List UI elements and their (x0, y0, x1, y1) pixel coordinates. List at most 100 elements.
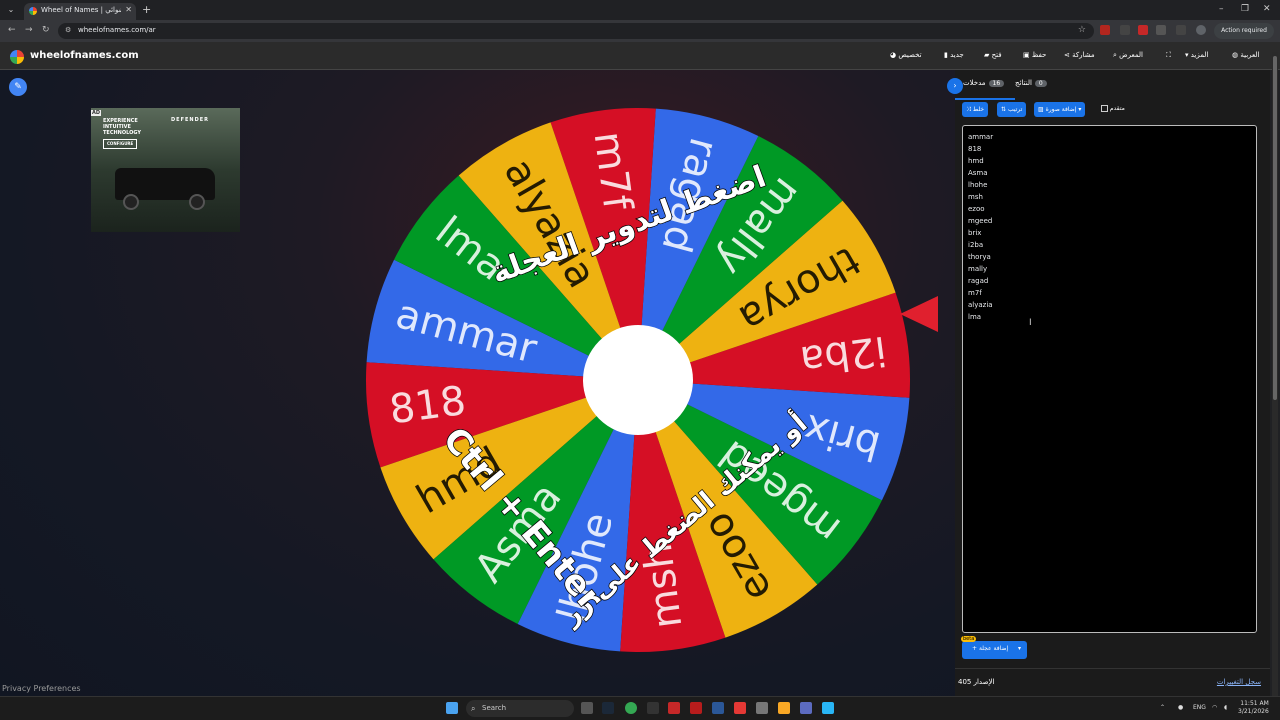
taskbar-search[interactable]: ⌕ Search (466, 700, 574, 717)
nav-gallery[interactable]: ⌕ المعرض (1113, 51, 1143, 60)
wheel[interactable]: ammar 818 hmd Asma lhohe msh ezoo mgeed brix i2ba… (364, 106, 912, 654)
app-icon-active[interactable] (734, 702, 746, 714)
nav-language[interactable]: ◍ العربية (1232, 51, 1259, 59)
nav-customize[interactable]: ◕ تخصيص (890, 51, 922, 59)
wifi-icon[interactable]: ◠ (1212, 704, 1217, 711)
chrome-icon[interactable] (625, 702, 637, 714)
tab-results[interactable]: النتائج 0 (1015, 79, 1050, 87)
entry-line[interactable]: i2ba (968, 239, 983, 251)
ad-wheel-image (189, 194, 205, 210)
site-info-icon[interactable]: ⚙ (65, 26, 71, 34)
mic-icon[interactable]: ● (1178, 704, 1183, 711)
volume-icon[interactable]: ◖ (1224, 704, 1227, 711)
version-number: 405 (958, 678, 972, 686)
dropdown-chevron-icon[interactable]: ▾ (1018, 645, 1021, 652)
privacy-preferences-link[interactable]: Privacy Preferences (2, 684, 81, 693)
new-tab-icon[interactable]: + (142, 3, 151, 16)
nav-new[interactable]: ▮ جديد (944, 51, 964, 59)
task-view-icon[interactable] (581, 702, 593, 714)
split-view-icon[interactable] (1176, 25, 1186, 35)
entry-line[interactable]: brix (968, 227, 981, 239)
nav-open[interactable]: ▰ فتح (984, 51, 1002, 59)
entry-line[interactable]: ezoo (968, 203, 985, 215)
nav-share[interactable]: ⋖ مشاركة (1064, 51, 1095, 59)
entry-line[interactable]: lhohe (968, 179, 987, 191)
panel-footer: 405 الإصدار سجل التغييرات (955, 668, 1270, 696)
add-wheel-button[interactable]: + إضافة عجلة ▾ (962, 641, 1027, 659)
wheel-center[interactable] (583, 325, 693, 435)
taskbar-search-label: Search (482, 704, 507, 712)
tab-entries-label: مدخلات (963, 79, 986, 87)
app-icon[interactable] (712, 702, 724, 714)
maximize-icon[interactable]: ❐ (1241, 4, 1249, 14)
close-window-icon[interactable]: ✕ (1263, 4, 1271, 14)
page-scrollbar[interactable] (1272, 52, 1278, 696)
entry-line[interactable]: m7f (968, 287, 982, 299)
entry-line[interactable]: mally (968, 263, 987, 275)
entries-textarea[interactable]: I ammar 818 hmd Asma lhohe msh ezoo mgeed brix i2… (962, 125, 1257, 633)
language-indicator[interactable]: ENG (1193, 704, 1206, 711)
site-brand[interactable]: wheelofnames.com (30, 50, 139, 61)
start-windows-icon[interactable] (446, 702, 458, 714)
address-bar[interactable]: ⚙ wheelofnames.com/ar ☆ (58, 23, 1094, 39)
entry-line[interactable]: alyazia (968, 299, 993, 311)
extensions-puzzle-icon[interactable] (1156, 25, 1166, 35)
tab-entries[interactable]: مدخلات 16 (963, 79, 1007, 87)
close-tab-icon[interactable]: ✕ (125, 5, 132, 14)
discord-icon[interactable] (800, 702, 812, 714)
entry-line[interactable]: lma (968, 311, 981, 323)
nav-more[interactable]: ▾ المزيد (1185, 51, 1208, 59)
advanced-checkbox[interactable]: متقدم (1098, 105, 1125, 112)
forward-icon[interactable]: → (25, 25, 33, 35)
back-icon[interactable]: ← (8, 25, 16, 35)
add-image-button[interactable]: ▨ إضافة صورة ▾ (1034, 102, 1086, 117)
entry-line[interactable]: thorya (968, 251, 991, 263)
extension-icon[interactable] (1120, 25, 1130, 35)
entry-line[interactable]: msh (968, 191, 983, 203)
app-icon[interactable] (756, 702, 768, 714)
acrobat-icon[interactable] (690, 702, 702, 714)
profile-avatar[interactable] (1196, 25, 1206, 35)
bookmark-star-icon[interactable]: ☆ (1078, 25, 1086, 35)
tab-search-icon[interactable]: ⌄ (5, 4, 17, 16)
tab-results-label: النتائج (1015, 79, 1032, 87)
extension-icon[interactable] (1138, 25, 1148, 35)
site-header: wheelofnames.com ◕ تخصيص ▮ جديد ▰ فتح ▣ … (0, 42, 1280, 70)
edit-pencil-icon[interactable]: ✎ (9, 78, 27, 96)
action-required-button[interactable]: Action required (1214, 23, 1274, 39)
entry-line[interactable]: mgeed (968, 215, 992, 227)
minimize-icon[interactable]: – (1219, 4, 1224, 14)
app-icon[interactable] (668, 702, 680, 714)
entry-line[interactable]: Asma (968, 167, 988, 179)
file-explorer-icon[interactable] (778, 702, 790, 714)
wheel-svg[interactable]: ammar818hmdAsmalhohe msh ezoomgeedbrixi2ba… (364, 106, 912, 654)
time: 11:51 AM (1240, 700, 1269, 707)
advertisement[interactable]: AD EXPERIENCE INTUITIVE TECHNOLOGY DEFEN… (91, 108, 240, 232)
entry-line[interactable]: 818 (968, 143, 981, 155)
reload-icon[interactable]: ↻ (42, 25, 50, 35)
app-icon[interactable] (647, 702, 659, 714)
fullscreen-icon[interactable]: ⛶ (1166, 51, 1171, 60)
taskbar-clock[interactable]: 11:51 AM 3/21/2026 (1238, 700, 1269, 716)
photos-icon[interactable] (822, 702, 834, 714)
url-text: wheelofnames.com/ar (78, 26, 156, 34)
nav-save[interactable]: ▣ حفظ (1023, 51, 1046, 59)
nav-save-label: حفظ (1031, 51, 1047, 59)
scrollbar-thumb[interactable] (1273, 56, 1277, 400)
tray-chevron-icon[interactable]: ⌃ (1160, 704, 1165, 711)
changelog-link[interactable]: سجل التغييرات (1217, 678, 1261, 686)
shuffle-button[interactable]: ⤨ خلط (962, 102, 989, 117)
entry-line[interactable]: ammar (968, 131, 993, 143)
sort-button[interactable]: ⇅ ترتيب (997, 102, 1027, 117)
nav-language-label: العربية (1240, 51, 1260, 59)
browser-tab[interactable]: Wheel of Names | دولاب العشوائي ✕ (24, 3, 136, 20)
checkbox-box[interactable] (1101, 105, 1108, 112)
version-text: 405 الإصدار (958, 678, 995, 686)
steam-icon[interactable] (602, 702, 614, 714)
site-logo-icon[interactable] (10, 50, 24, 64)
extension-icon[interactable] (1100, 25, 1110, 35)
add-wheel-label: + إضافة عجلة (972, 645, 1009, 652)
ad-cta-button[interactable]: CONFIGURE (103, 139, 138, 149)
entry-line[interactable]: hmd (968, 155, 984, 167)
entry-line[interactable]: ragad (968, 275, 988, 287)
